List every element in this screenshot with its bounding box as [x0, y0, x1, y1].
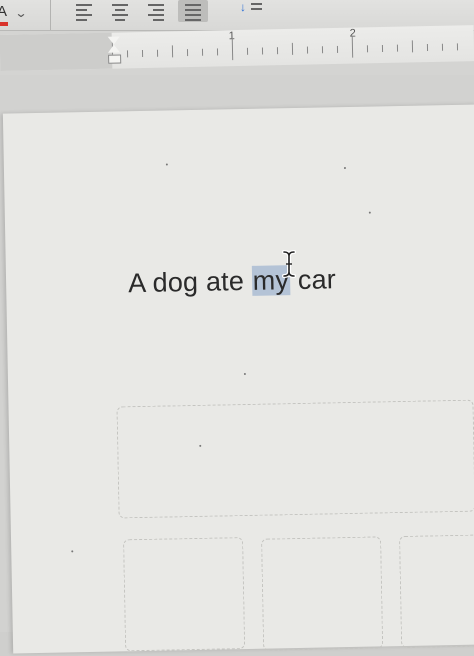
- document-text-line[interactable]: A dog ate my car: [128, 264, 336, 299]
- document-page[interactable]: A dog ate my car: [2, 104, 474, 654]
- content-placeholder-box: [116, 399, 474, 519]
- ruler-tick: [261, 47, 264, 55]
- ruler-tick: [306, 46, 309, 54]
- align-left-button[interactable]: [72, 0, 96, 22]
- align-center-button[interactable]: [108, 0, 132, 22]
- i-beam-cursor-icon: [282, 250, 296, 278]
- ruler-strip: 1 2: [0, 25, 474, 75]
- ruler-tick: [426, 44, 429, 52]
- text-before-selection: A dog ate: [127, 265, 253, 299]
- ruler-tick: [396, 44, 399, 52]
- ruler-tick: [336, 45, 339, 53]
- content-placeholder-box: [261, 536, 384, 651]
- font-color-swatch: [0, 22, 8, 26]
- ruler-tick: [441, 43, 444, 51]
- paper-speck: [368, 211, 371, 214]
- ruler-tick: [411, 40, 414, 53]
- ruler-tick: [156, 49, 159, 57]
- ruler-tick: [216, 48, 219, 56]
- left-indent-marker[interactable]: [108, 54, 122, 64]
- ruler-tick: [246, 47, 249, 55]
- chevron-down-icon[interactable]: ⌄: [14, 6, 27, 20]
- paper-speck: [243, 372, 246, 376]
- ruler-tick: [381, 44, 384, 52]
- document-canvas: A dog ate my car: [0, 75, 474, 654]
- justify-button[interactable]: [178, 0, 208, 22]
- paper-speck: [71, 550, 74, 553]
- ruler-tick: [276, 47, 279, 55]
- paper-speck: [165, 163, 168, 166]
- align-right-button[interactable]: [144, 0, 168, 22]
- font-color-label: A: [0, 3, 8, 20]
- content-placeholder-box: [123, 537, 246, 652]
- line-spacing-icon: ↓: [240, 0, 246, 14]
- first-line-indent-marker[interactable]: [107, 36, 120, 45]
- paper-speck: [199, 444, 202, 447]
- ruler-tick: [291, 42, 294, 55]
- ruler-tick: [321, 46, 324, 54]
- content-placeholder-box: [399, 534, 474, 649]
- ruler-tick: [141, 50, 144, 58]
- text-after-selection: car: [289, 264, 337, 296]
- paper-speck: [343, 167, 346, 170]
- ruler-left-margin: [0, 32, 113, 71]
- line-spacing-button[interactable]: ↓: [236, 0, 266, 20]
- toolbar-divider: [50, 0, 51, 30]
- ruler-tick: [186, 49, 189, 57]
- ruler-tick: [456, 43, 459, 51]
- hanging-indent-marker[interactable]: [107, 44, 121, 53]
- ruler-tick: [126, 50, 129, 58]
- ruler-tick: [171, 45, 174, 58]
- horizontal-ruler[interactable]: 1 2: [0, 25, 474, 71]
- ruler-tick: [201, 48, 204, 56]
- ruler-tick: [366, 45, 369, 53]
